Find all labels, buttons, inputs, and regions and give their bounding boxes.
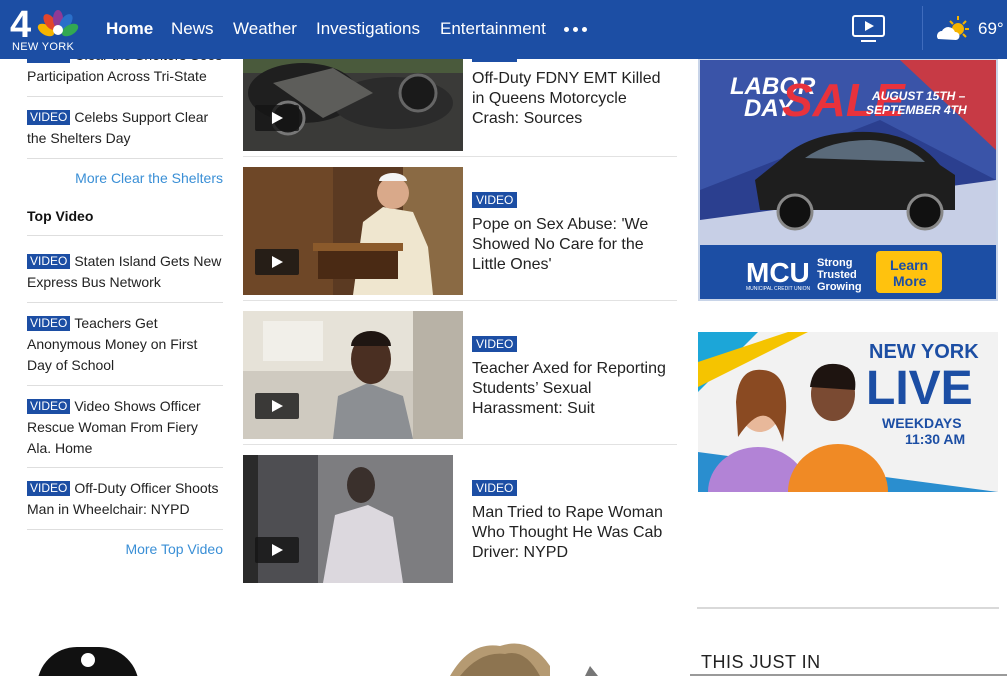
divider: [27, 235, 223, 236]
divider: [27, 96, 223, 97]
logo-number: 4: [10, 4, 31, 44]
nav-divider: [922, 6, 923, 50]
video-badge: VIDEO: [472, 336, 518, 352]
play-icon[interactable]: [255, 537, 299, 563]
story-text: VIDEO Teacher Axed for Reporting Student…: [472, 335, 677, 419]
ad-mcu-sub: MUNICIPAL CREDIT UNION: [746, 286, 810, 292]
ad-nylive-line2: LIVE: [866, 362, 973, 415]
list-item[interactable]: VIDEO Celebs Support Clear the Shelters D…: [27, 107, 223, 149]
more-top-video-link[interactable]: More Top Video: [125, 541, 223, 557]
logo-text: NEW YORK: [12, 41, 75, 53]
list-item[interactable]: VIDEO Staten Island Gets New Express Bus …: [27, 251, 223, 293]
learn-more-line2[interactable]: More: [893, 273, 927, 289]
play-icon[interactable]: [255, 249, 299, 275]
video-thumbnail[interactable]: [243, 167, 463, 295]
divider: [697, 607, 999, 609]
labor-day-sale-ad[interactable]: LABOR DAY SALE AUGUST 15TH – SEPTEMBER 4…: [698, 58, 998, 301]
partial-logo-icon: [37, 647, 139, 676]
video-badge: VIDEO: [27, 110, 71, 125]
ad-tag-growing: Growing: [817, 281, 862, 293]
top-navigation: 4 NEW YORK Home News Weather Investigati…: [0, 0, 1007, 59]
divider: [27, 302, 223, 303]
list-item[interactable]: VIDEO Video Shows Officer Rescue Woman Fr…: [27, 396, 223, 459]
ad-nylive-line3: WEEKDAYS: [882, 415, 962, 431]
video-thumbnail[interactable]: [243, 455, 463, 583]
top-video-heading: Top Video: [27, 208, 94, 224]
video-badge: VIDEO: [472, 480, 518, 496]
new-york-live-ad[interactable]: NEW YORK LIVE WEEKDAYS 11:30 AM: [698, 332, 998, 492]
video-badge: VIDEO: [27, 316, 71, 331]
ellipsis-icon[interactable]: [564, 27, 587, 32]
more-clear-shelters-link[interactable]: More Clear the Shelters: [75, 170, 223, 186]
divider: [27, 529, 223, 530]
divider: [243, 300, 677, 301]
ad-dates-line2: SEPTEMBER 4TH: [866, 103, 967, 117]
ad-nylive-line1: NEW YORK: [869, 341, 979, 363]
story-headline[interactable]: Man Tried to Rape Woman Who Thought He W…: [472, 503, 677, 563]
learn-more-line1[interactable]: Learn: [890, 257, 928, 273]
partial-story-image[interactable]: [440, 636, 600, 676]
nav-entertainment[interactable]: Entertainment: [440, 19, 546, 39]
story-text: VIDEO Man Tried to Rape Woman Who Though…: [472, 479, 677, 563]
ad-tag-strong: Strong: [817, 257, 852, 269]
ad-mcu-logo: MCU: [746, 257, 810, 288]
video-badge: VIDEO: [27, 481, 71, 496]
divider: [243, 156, 677, 157]
nav-news[interactable]: News: [171, 19, 214, 39]
play-icon[interactable]: [255, 393, 299, 419]
video-badge: VIDEO: [472, 192, 518, 208]
story-headline[interactable]: Teacher Axed for Reporting Students’ Sex…: [472, 359, 677, 419]
ad-tag-trusted: Trusted: [817, 269, 857, 281]
video-badge: VIDEO: [27, 399, 71, 414]
video-story-card[interactable]: VIDEO Teacher Axed for Reporting Student…: [243, 311, 677, 439]
list-item[interactable]: VIDEO Off-Duty Officer Shoots Man in Whee…: [27, 478, 223, 520]
temperature[interactable]: 69°: [978, 19, 1004, 39]
divider: [27, 467, 223, 468]
ad-dates-line1: AUGUST 15TH –: [871, 89, 966, 103]
nav-investigations[interactable]: Investigations: [316, 19, 420, 39]
story-headline[interactable]: Pope on Sex Abuse: 'We Showed No Care fo…: [472, 215, 677, 275]
divider: [27, 158, 223, 159]
partly-sunny-icon[interactable]: [934, 15, 974, 50]
video-badge: VIDEO: [27, 254, 71, 269]
video-thumbnail[interactable]: [243, 311, 463, 439]
story-headline[interactable]: Off-Duty FDNY EMT Killed in Queens Motor…: [472, 69, 677, 129]
nav-weather[interactable]: Weather: [233, 19, 297, 39]
list-item[interactable]: VIDEO Teachers Get Anonymous Money on Fir…: [27, 313, 223, 376]
tv-play-icon[interactable]: [851, 14, 887, 49]
ad-nylive-line4: 11:30 AM: [905, 431, 965, 447]
video-story-card[interactable]: VIDEO Pope on Sex Abuse: 'We Showed No C…: [243, 167, 677, 295]
divider: [243, 444, 677, 445]
this-just-in-heading: THIS JUST IN: [701, 652, 821, 672]
story-text: VIDEO Pope on Sex Abuse: 'We Showed No C…: [472, 191, 677, 275]
nav-home[interactable]: Home: [106, 19, 153, 39]
video-story-card[interactable]: VIDEO Man Tried to Rape Woman Who Though…: [243, 455, 677, 583]
divider: [27, 385, 223, 386]
play-icon[interactable]: [255, 105, 299, 131]
